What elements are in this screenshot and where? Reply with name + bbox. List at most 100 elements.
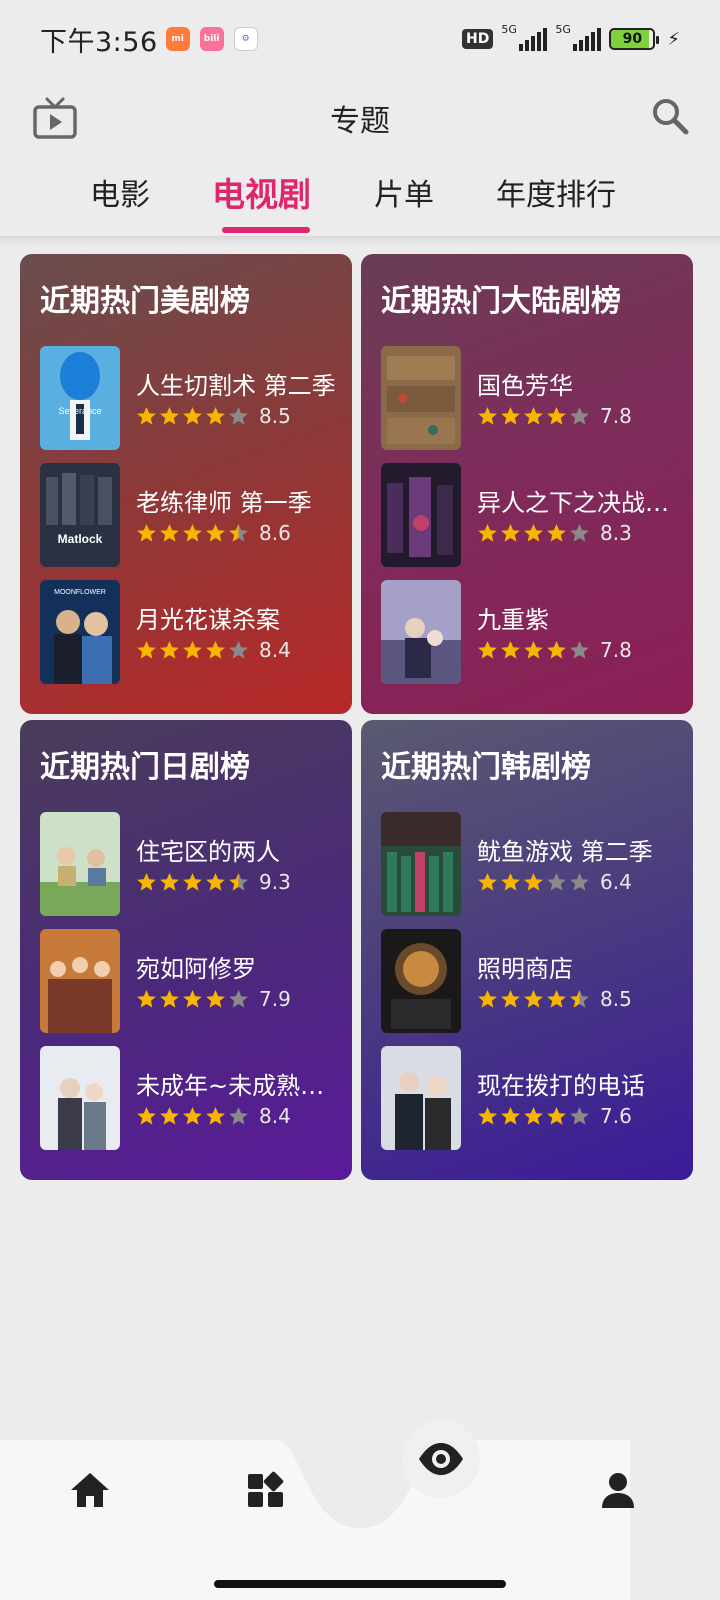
star-icon — [570, 406, 589, 425]
star-icon — [570, 1106, 589, 1125]
ranking-card-korea[interactable]: 近期热门韩剧榜 鱿鱼游戏 第二季 6.4 照明商店 8.5 现在拨打的电话 7.… — [361, 720, 693, 1180]
star-rating: 7.8 — [477, 638, 632, 662]
charging-icon: ⚡ — [667, 28, 680, 50]
list-item[interactable]: Matlock 老练律师 第一季 8.6 — [40, 463, 340, 567]
poster-image: Matlock — [40, 463, 120, 567]
star-icon — [160, 872, 179, 891]
card-title: 近期热门韩剧榜 — [381, 750, 591, 785]
app-badge: ⚙ — [233, 27, 258, 51]
star-rating: 9.3 — [136, 870, 291, 894]
show-title: 住宅区的两人 — [136, 838, 280, 866]
star-icon — [206, 1106, 225, 1125]
signal-label: 5G — [501, 23, 517, 36]
star-icon — [501, 989, 520, 1008]
tab-movies[interactable]: 电影 — [90, 170, 150, 214]
profile-icon[interactable] — [596, 1468, 640, 1512]
star-icon — [137, 640, 156, 659]
card-title: 近期热门大陆剧榜 — [381, 284, 621, 319]
poster-image: MOONFLOWER — [40, 580, 120, 684]
list-item[interactable]: 住宅区的两人 9.3 — [40, 812, 340, 916]
star-rating: 7.8 — [477, 404, 632, 428]
ranking-card-mainland[interactable]: 近期热门大陆剧榜 国色芳华 7.8 异人之下之决战！碧游村 8.3 九重紫 7.… — [361, 254, 693, 714]
poster-image: Severance — [40, 346, 120, 450]
show-title: 未成年~未成熟的我们无法成为爱~ — [136, 1072, 336, 1100]
show-title: 照明商店 — [477, 955, 573, 983]
star-icon — [547, 1106, 566, 1125]
list-item[interactable]: 未成年~未成熟的我们无法成为爱~ 8.4 — [40, 1046, 340, 1150]
star-icon — [229, 640, 248, 659]
star-rating: 8.6 — [136, 521, 291, 545]
star-icon — [524, 1106, 543, 1125]
list-item[interactable]: 国色芳华 7.8 — [381, 346, 681, 450]
star-icon — [229, 872, 248, 891]
rating-score: 8.4 — [259, 1104, 291, 1128]
list-item[interactable]: 鱿鱼游戏 第二季 6.4 — [381, 812, 681, 916]
list-item[interactable]: 现在拨打的电话 7.6 — [381, 1046, 681, 1150]
star-icon — [183, 989, 202, 1008]
star-rating: 6.4 — [477, 870, 632, 894]
star-icon — [137, 989, 156, 1008]
rating-score: 8.3 — [600, 521, 632, 545]
featured-nav-button[interactable] — [402, 1420, 480, 1498]
star-icon — [524, 523, 543, 542]
star-icon — [229, 406, 248, 425]
rating-score: 8.5 — [600, 987, 632, 1011]
status-time: 下午3:56 — [40, 26, 158, 58]
rating-score: 7.8 — [600, 404, 632, 428]
star-icon — [206, 872, 225, 891]
gesture-bar[interactable] — [214, 1580, 506, 1588]
rating-score: 7.9 — [259, 987, 291, 1011]
poster-image — [381, 1046, 461, 1150]
star-icon — [183, 872, 202, 891]
star-icon — [570, 523, 589, 542]
star-icon — [160, 989, 179, 1008]
star-icon — [229, 523, 248, 542]
star-icon — [478, 406, 497, 425]
svg-text:Matlock: Matlock — [58, 532, 103, 546]
tab-annual-ranking[interactable]: 年度排行 — [496, 170, 616, 214]
svg-text:MOONFLOWER: MOONFLOWER — [54, 589, 106, 596]
search-icon[interactable] — [650, 96, 690, 136]
page-title: 专题 — [330, 104, 390, 139]
star-icon — [206, 406, 225, 425]
ranking-card-us[interactable]: 近期热门美剧榜 Severance 人生切割术 第二季 8.5 Matlock … — [20, 254, 352, 714]
categories-icon[interactable] — [244, 1468, 288, 1512]
star-icon — [501, 1106, 520, 1125]
star-icon — [570, 640, 589, 659]
star-icon — [183, 1106, 202, 1125]
tab-tv-series[interactable]: 电视剧 — [212, 168, 311, 216]
star-icon — [137, 1106, 156, 1125]
rating-score: 6.4 — [600, 870, 632, 894]
poster-image — [381, 463, 461, 567]
show-title: 人生切割术 第二季 — [136, 372, 336, 400]
star-icon — [547, 989, 566, 1008]
poster-image — [381, 580, 461, 684]
list-item[interactable]: 照明商店 8.5 — [381, 929, 681, 1033]
mi-store-badge: mi — [165, 27, 190, 51]
home-icon[interactable] — [68, 1468, 112, 1512]
star-icon — [160, 640, 179, 659]
list-item[interactable]: 异人之下之决战！碧游村 8.3 — [381, 463, 681, 567]
poster-image — [381, 929, 461, 1033]
list-item[interactable]: MOONFLOWER 月光花谋杀案 8.4 — [40, 580, 340, 684]
poster-image — [40, 812, 120, 916]
star-icon — [547, 523, 566, 542]
star-icon — [524, 989, 543, 1008]
tab-lists[interactable]: 片单 — [374, 170, 434, 214]
list-item[interactable]: 宛如阿修罗 7.9 — [40, 929, 340, 1033]
star-icon — [524, 640, 543, 659]
star-icon — [524, 406, 543, 425]
star-rating: 8.5 — [477, 987, 632, 1011]
star-icon — [206, 523, 225, 542]
rating-score: 8.6 — [259, 521, 291, 545]
show-title: 月光花谋杀案 — [136, 606, 280, 634]
poster-image — [40, 929, 120, 1033]
ranking-card-japan[interactable]: 近期热门日剧榜 住宅区的两人 9.3 宛如阿修罗 7.9 未成年~未成熟的我们无… — [20, 720, 352, 1180]
star-icon — [501, 640, 520, 659]
star-icon — [183, 523, 202, 542]
star-rating: 7.9 — [136, 987, 291, 1011]
list-item[interactable]: Severance 人生切割术 第二季 8.5 — [40, 346, 340, 450]
battery-icon: 90 — [609, 28, 660, 50]
list-item[interactable]: 九重紫 7.8 — [381, 580, 681, 684]
hd-indicator: HD — [462, 29, 494, 49]
